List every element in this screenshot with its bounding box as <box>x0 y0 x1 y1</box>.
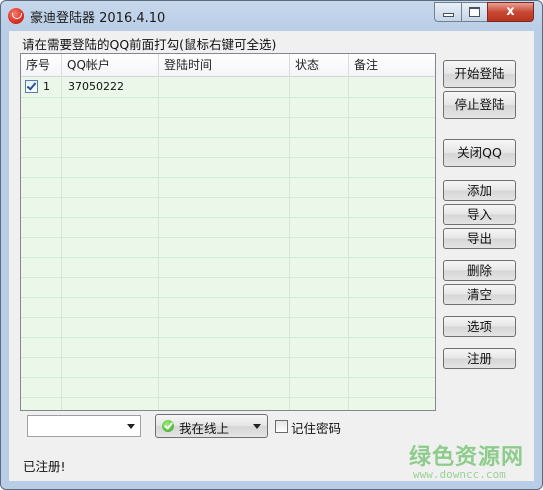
column-header-status[interactable]: 状态 <box>290 54 349 76</box>
start-login-button[interactable]: 开始登陆 <box>443 60 516 88</box>
row-line <box>21 297 435 298</box>
online-status-value: 我在线上 <box>179 421 230 436</box>
import-button[interactable]: 导入 <box>443 204 516 225</box>
row-line <box>21 177 435 178</box>
client-area: 请在需要登陆的QQ前面打勾(鼠标右键可全选) 序号 QQ帐户 登陆时间 状态 备… <box>9 31 534 481</box>
status-bar-text: 已注册! <box>23 459 66 474</box>
row-account: 37050222 <box>68 80 124 93</box>
close-qq-button[interactable]: 关闭QQ <box>443 139 516 167</box>
account-select[interactable] <box>27 415 141 437</box>
column-header-login-time[interactable]: 登陆时间 <box>159 54 290 76</box>
column-divider <box>61 76 62 410</box>
column-divider <box>289 76 290 410</box>
window-title: 豪迪登陆器 2016.4.10 <box>30 11 166 26</box>
row-line <box>21 257 435 258</box>
row-line <box>21 237 435 238</box>
maximize-button[interactable] <box>461 2 488 22</box>
stop-login-button[interactable]: 停止登陆 <box>443 91 516 119</box>
add-button[interactable]: 添加 <box>443 180 516 201</box>
watermark-logo: 绿色资源网 <box>409 445 525 470</box>
row-line <box>21 137 435 138</box>
title-bar[interactable]: 豪迪登陆器 2016.4.10 x <box>1 1 542 31</box>
watermark-url: www.downcc.com <box>413 468 506 481</box>
row-line <box>21 97 435 98</box>
online-status-select[interactable]: 我在线上 <box>155 414 268 438</box>
delete-button[interactable]: 删除 <box>443 260 516 281</box>
remember-password-label[interactable]: 记住密码 <box>291 418 341 437</box>
register-button[interactable]: 注册 <box>443 348 516 369</box>
app-window: 豪迪登陆器 2016.4.10 x 请在需要登陆的QQ前面打勾(鼠标右键可全选)… <box>0 0 543 490</box>
row-checkbox[interactable] <box>25 80 38 93</box>
column-header-index[interactable]: 序号 <box>21 54 62 76</box>
close-icon: x <box>506 4 515 19</box>
row-line <box>21 397 435 398</box>
row-line <box>21 357 435 358</box>
row-line <box>21 217 435 218</box>
column-divider <box>348 76 349 410</box>
export-button[interactable]: 导出 <box>443 228 516 249</box>
instruction-label: 请在需要登陆的QQ前面打勾(鼠标右键可全选) <box>22 37 277 52</box>
minimize-button[interactable] <box>434 2 462 22</box>
row-line <box>21 117 435 118</box>
row-line <box>21 317 435 318</box>
row-line <box>21 377 435 378</box>
chevron-down-icon[interactable] <box>253 424 261 429</box>
app-logo-icon <box>8 8 24 24</box>
remember-password-checkbox[interactable] <box>275 420 288 433</box>
column-header-account[interactable]: QQ帐户 <box>62 54 159 76</box>
column-divider <box>158 76 159 410</box>
table-header: 序号 QQ帐户 登陆时间 状态 备注 <box>21 54 435 77</box>
row-line <box>21 157 435 158</box>
close-button[interactable]: x <box>487 2 534 22</box>
row-line <box>21 277 435 278</box>
online-status-icon <box>162 420 174 432</box>
options-button[interactable]: 选项 <box>443 316 516 337</box>
account-table[interactable]: 序号 QQ帐户 登陆时间 状态 备注 1 37050222 <box>20 53 436 411</box>
minimize-icon <box>443 13 454 17</box>
clear-button[interactable]: 清空 <box>443 284 516 305</box>
row-line <box>21 197 435 198</box>
row-index: 1 <box>43 80 50 93</box>
maximize-icon <box>469 7 480 17</box>
column-header-note[interactable]: 备注 <box>349 54 435 76</box>
table-row[interactable]: 1 37050222 <box>21 77 435 97</box>
chevron-down-icon[interactable] <box>127 424 135 429</box>
row-line <box>21 337 435 338</box>
